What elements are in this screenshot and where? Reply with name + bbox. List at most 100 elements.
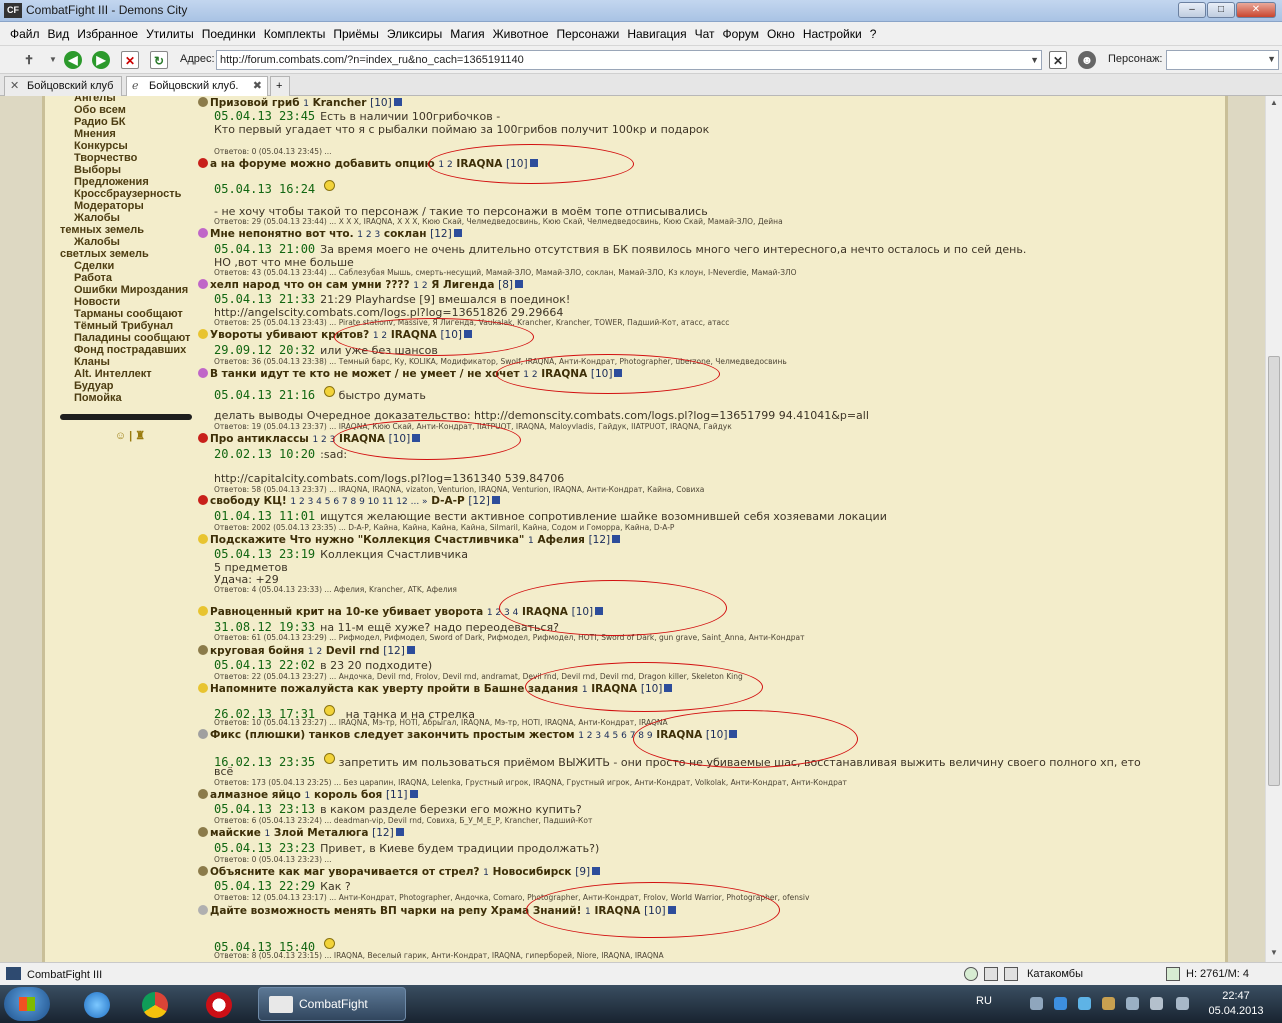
topic-title[interactable]: Про антиклассы — [210, 433, 309, 445]
scroll-thumb[interactable] — [1268, 356, 1280, 786]
bell-icon[interactable]: ♜ — [135, 430, 145, 442]
topic-title[interactable]: В танки идут те кто не может / не умеет … — [210, 368, 520, 380]
topic-title[interactable]: свободу КЦ! — [210, 495, 287, 507]
list-icon[interactable] — [1004, 967, 1018, 981]
sidebar-item-creativity[interactable]: Творчество — [60, 152, 200, 164]
network-tray-icon[interactable] — [1078, 997, 1091, 1010]
menu-navigation[interactable]: Навигация — [623, 22, 690, 46]
vertical-scrollbar[interactable]: ▲ ▼ — [1265, 96, 1282, 962]
menu-characters[interactable]: Персонажи — [553, 22, 624, 46]
menu-window[interactable]: Окно — [763, 22, 799, 46]
menu-battles[interactable]: Поединки — [198, 22, 260, 46]
info-icon[interactable] — [515, 280, 524, 288]
tab-close-icon[interactable]: ✖ — [253, 77, 262, 95]
combatfight-taskbar-button[interactable]: CombatFight — [258, 987, 406, 1021]
menu-view[interactable]: Вид — [44, 22, 74, 46]
sidebar-item-elections[interactable]: Выборы — [60, 164, 200, 176]
topic-title[interactable]: майские — [210, 827, 261, 839]
topic-pages[interactable]: 1 — [483, 868, 489, 878]
sidebar-item-fund[interactable]: Фонд пострадавших — [60, 344, 200, 356]
monitor-icon[interactable] — [1150, 997, 1163, 1010]
sidebar-item-radio[interactable]: Радио БК — [60, 116, 200, 128]
topic-pages[interactable]: 1 2 — [413, 281, 427, 291]
menu-elixirs[interactable]: Эликсиры — [383, 22, 446, 46]
dropdown-icon[interactable]: ▼ — [44, 51, 62, 69]
info-icon[interactable] — [409, 790, 418, 798]
info-icon[interactable] — [393, 98, 402, 106]
clock-icon[interactable] — [964, 967, 978, 981]
topic-row[interactable]: хелп народ что он сам умни ???? 1 2 Я Ли… — [198, 279, 524, 293]
topic-title[interactable]: Равноценный крит на 10-ке убивает уворот… — [210, 606, 483, 618]
topic-row[interactable]: Подскажите Что нужно "Коллекция Счастлив… — [198, 534, 621, 548]
topic-row[interactable]: Объясните как маг уворачивается от стрел… — [198, 866, 601, 880]
sidebar-item-tarmans[interactable]: Тарманы сообщают — [60, 308, 200, 320]
info-icon[interactable] — [406, 646, 415, 654]
menu-utilities[interactable]: Утилиты — [142, 22, 198, 46]
topic-pages[interactable]: 1 — [305, 791, 311, 801]
refresh-icon[interactable] — [1166, 967, 1180, 981]
sidebar-item-news[interactable]: Новости — [60, 296, 200, 308]
ie-taskbar-button[interactable] — [72, 988, 124, 1020]
refresh-button[interactable]: ↻ — [150, 51, 168, 69]
sidebar-item-work[interactable]: Работа — [60, 272, 200, 284]
sidebar-item-complaints-dark-sub[interactable]: темных земель — [60, 224, 200, 236]
topic-pages[interactable]: 1 — [265, 829, 271, 839]
topic-pages[interactable]: 1 — [303, 99, 309, 109]
smile-icon[interactable]: ☺ — [115, 430, 126, 442]
sidebar-item-trash[interactable]: Помойка — [60, 392, 200, 404]
log-link[interactable]: http://capitalcity.combats.com/logs.pl?l… — [214, 472, 564, 485]
tray-icon[interactable] — [1030, 997, 1043, 1010]
topic-pages[interactable]: 1 2 3 4 5 6 7 8 9 10 11 12 ... » — [290, 497, 427, 507]
persona-select[interactable]: ▼ — [1166, 50, 1279, 70]
sidebar-item-contests[interactable]: Конкурсы — [60, 140, 200, 152]
author-nick[interactable]: D-A-P — [431, 495, 464, 507]
topic-row[interactable]: круговая бойня 1 2 Devil rnd [12] — [198, 645, 415, 659]
info-icon[interactable] — [395, 828, 404, 836]
topic-title[interactable]: Призовой гриб — [210, 97, 300, 109]
info-icon[interactable] — [491, 496, 500, 504]
flag-icon[interactable] — [1126, 997, 1139, 1010]
start-button[interactable] — [4, 987, 50, 1021]
topic-row[interactable]: Мне непонятно вот что. 1 2 3 соклан [12] — [198, 228, 462, 242]
scroll-down-icon[interactable]: ▼ — [1268, 948, 1280, 960]
chrome-taskbar-button[interactable] — [130, 988, 182, 1020]
clear-icon[interactable]: ✕ — [1049, 51, 1067, 69]
topic-title[interactable]: Напомните пожалуйста как уверту пройти в… — [210, 683, 578, 695]
menu-techniques[interactable]: Приёмы — [329, 22, 383, 46]
sidebar-item-about[interactable]: Обо всем — [60, 104, 200, 116]
topic-pages[interactable]: 1 2 3 — [357, 230, 380, 240]
sidebar-item-errors[interactable]: Ошибки Мироздания — [60, 284, 200, 296]
author-nick[interactable]: Новосибирск — [493, 866, 572, 878]
sidebar-item-clans[interactable]: Кланы — [60, 356, 200, 368]
sidebar-item-boudoir[interactable]: Будуар — [60, 380, 200, 392]
close-button[interactable]: ✕ — [1236, 2, 1276, 18]
sidebar-item-angels[interactable]: Ангелы — [60, 96, 200, 104]
sidebar-item-crossbrowser[interactable]: Кроссбраузерность — [60, 188, 200, 200]
clock[interactable]: 22:47 05.04.2013 — [1208, 989, 1264, 1019]
author-nick[interactable]: Devil rnd — [326, 645, 380, 657]
volume-icon[interactable] — [1102, 997, 1115, 1010]
sidebar-item-alt[interactable]: Alt. Интеллект — [60, 368, 200, 380]
author-nick[interactable]: соклан — [384, 228, 427, 240]
sidebar-item-complaints-light[interactable]: Жалобы — [60, 236, 200, 248]
topic-title[interactable]: Мне непонятно вот что. — [210, 228, 354, 240]
menu-animal[interactable]: Животное — [489, 22, 553, 46]
topic-pages[interactable]: 1 — [528, 536, 534, 546]
sidebar-item-paladins[interactable]: Паладины сообщают — [60, 332, 200, 344]
topic-title[interactable]: Объясните как маг уворачивается от стрел… — [210, 866, 480, 878]
sidebar-item-tribunal[interactable]: Тёмный Трибунал — [60, 320, 200, 332]
menu-settings[interactable]: Настройки — [799, 22, 866, 46]
menu-file[interactable]: Файл — [6, 22, 44, 46]
topic-row[interactable]: алмазное яйцо 1 король боя [11] — [198, 789, 418, 803]
topic-title[interactable]: хелп народ что он сам умни ???? — [210, 279, 410, 291]
topic-title[interactable]: а на форуме можно добавить опцию — [210, 158, 435, 170]
author-nick[interactable]: Афелия — [537, 534, 584, 546]
minimize-button[interactable]: – — [1178, 2, 1206, 18]
menu-kits[interactable]: Комплекты — [260, 22, 330, 46]
topic-title[interactable]: алмазное яйцо — [210, 789, 301, 801]
topic-pages[interactable]: 1 2 3 — [312, 435, 335, 445]
tab-fightclub[interactable]: ✕ Бойцовский клуб — [4, 76, 122, 96]
info-icon[interactable] — [592, 867, 601, 875]
sidebar-item-complaints-dark[interactable]: Жалобы — [60, 212, 200, 224]
info-icon[interactable] — [612, 535, 621, 543]
